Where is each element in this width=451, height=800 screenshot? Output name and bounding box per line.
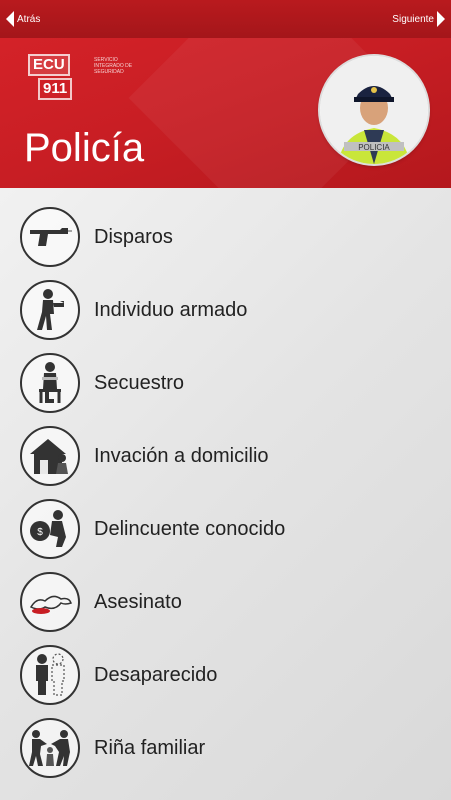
top-navigation-bar: Atrás Siguiente (0, 0, 451, 38)
svg-text:POLICIA: POLICIA (358, 143, 390, 152)
list-item-asesinato[interactable]: Asesinato (20, 569, 182, 635)
item-label: Desaparecido (94, 663, 218, 686)
svg-text:$: $ (37, 527, 43, 538)
house-break-in-icon (20, 426, 80, 486)
armed-person-icon (20, 280, 80, 340)
item-label: Individuo armado (94, 298, 248, 321)
item-label: Riña familiar (94, 736, 206, 759)
gun-icon (20, 207, 80, 267)
list-item-disparos[interactable]: Disparos (20, 204, 173, 270)
item-label: Asesinato (94, 590, 182, 613)
kidnapping-icon (20, 353, 80, 413)
list-item-individuo-armado[interactable]: Individuo armado (20, 277, 247, 343)
item-label: Delincuente conocido (94, 517, 286, 540)
list-item-delincuente-conocido[interactable]: $ Delincuente conocido (20, 496, 285, 562)
thief-with-bag-icon: $ (20, 499, 80, 559)
list-item-rina-familiar[interactable]: Riña familiar (20, 715, 205, 781)
back-button[interactable]: Atrás (6, 0, 40, 38)
item-label: Disparos (94, 225, 173, 248)
item-label: Invación a domicilio (94, 444, 269, 467)
ecu911-logo: ECU 911 SERVICIO INTEGRADO DE SEGURIDAD (28, 54, 132, 100)
list-item-invacion-domicilio[interactable]: Invación a domicilio (20, 423, 269, 489)
next-button[interactable]: Siguiente (392, 0, 445, 38)
list-item-desaparecido[interactable]: Desaparecido (20, 642, 217, 708)
body-outline-icon (20, 572, 80, 632)
next-arrow-icon (437, 11, 445, 27)
missing-person-icon (20, 645, 80, 705)
family-fight-icon (20, 718, 80, 778)
police-officer-avatar: POLICIA (320, 56, 428, 164)
page-title: Policía (24, 126, 145, 170)
list-item-secuestro[interactable]: Secuestro (20, 350, 184, 416)
item-label: Secuestro (94, 371, 185, 394)
back-label: Atrás (17, 13, 41, 25)
page-header: ECU 911 SERVICIO INTEGRADO DE SEGURIDAD … (0, 38, 451, 188)
next-label: Siguiente (392, 13, 434, 25)
back-arrow-icon (6, 11, 14, 27)
